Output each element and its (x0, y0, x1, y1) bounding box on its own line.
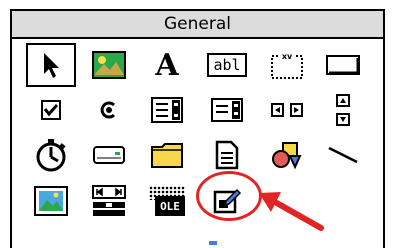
hscrollbar-icon (271, 103, 303, 117)
textbox-icon: abl (207, 53, 247, 77)
vscrollbar-tool[interactable] (318, 88, 368, 132)
textbox-tool[interactable]: abl (202, 43, 252, 87)
pointer-icon (44, 53, 59, 78)
checkbox-tool[interactable] (26, 88, 76, 132)
label-icon: A (155, 47, 179, 83)
combobox-tool[interactable] (142, 88, 192, 132)
frame-glyph: xv (282, 52, 293, 61)
file-listbox-icon (215, 140, 239, 170)
ole-label-box: OLE (155, 196, 185, 216)
ole-glyph: OLE (160, 199, 180, 213)
image-tool[interactable] (26, 179, 76, 223)
line-tool[interactable] (318, 133, 368, 177)
highlight-circle (196, 171, 262, 221)
drive-listbox-icon (93, 146, 125, 164)
vscrollbar-icon (336, 94, 350, 126)
option-button-tool[interactable] (84, 88, 134, 132)
red-arrow-icon (259, 192, 324, 231)
picture-box-icon (92, 51, 126, 79)
toolbox-title: General (12, 11, 383, 39)
hscrollbar-tool[interactable] (262, 88, 312, 132)
checkbox-icon (41, 100, 61, 120)
listbox-icon (211, 98, 243, 122)
combobox-icon (151, 97, 183, 123)
frame-icon: xv (271, 51, 303, 79)
label-tool[interactable]: A (142, 43, 192, 87)
command-button-tool[interactable] (318, 43, 368, 87)
shape-tool[interactable] (262, 133, 312, 177)
line-icon (328, 146, 358, 164)
ole-tool[interactable]: OLE (142, 179, 192, 223)
toolbox-panel: General A abl xv OLE (10, 9, 385, 248)
pointer-tool[interactable] (26, 43, 76, 87)
frame-tool[interactable]: xv (262, 43, 312, 87)
option-button-icon (100, 101, 116, 119)
timer-tool[interactable] (26, 133, 76, 177)
textbox-glyph: abl (213, 56, 241, 74)
timer-icon (36, 139, 66, 172)
data-control-tool[interactable] (84, 179, 134, 223)
shape-icon (272, 142, 302, 170)
directory-listbox-tool[interactable] (142, 133, 192, 177)
picture-box-tool[interactable] (84, 43, 134, 87)
data-control-icon (92, 185, 126, 216)
drive-listbox-tool[interactable] (84, 133, 134, 177)
image-icon (34, 186, 68, 216)
ole-icon: OLE (149, 186, 185, 216)
next-row-icon-fragment (209, 241, 217, 245)
directory-listbox-icon (151, 143, 183, 168)
listbox-tool[interactable] (202, 88, 252, 132)
command-button-icon (326, 55, 360, 75)
